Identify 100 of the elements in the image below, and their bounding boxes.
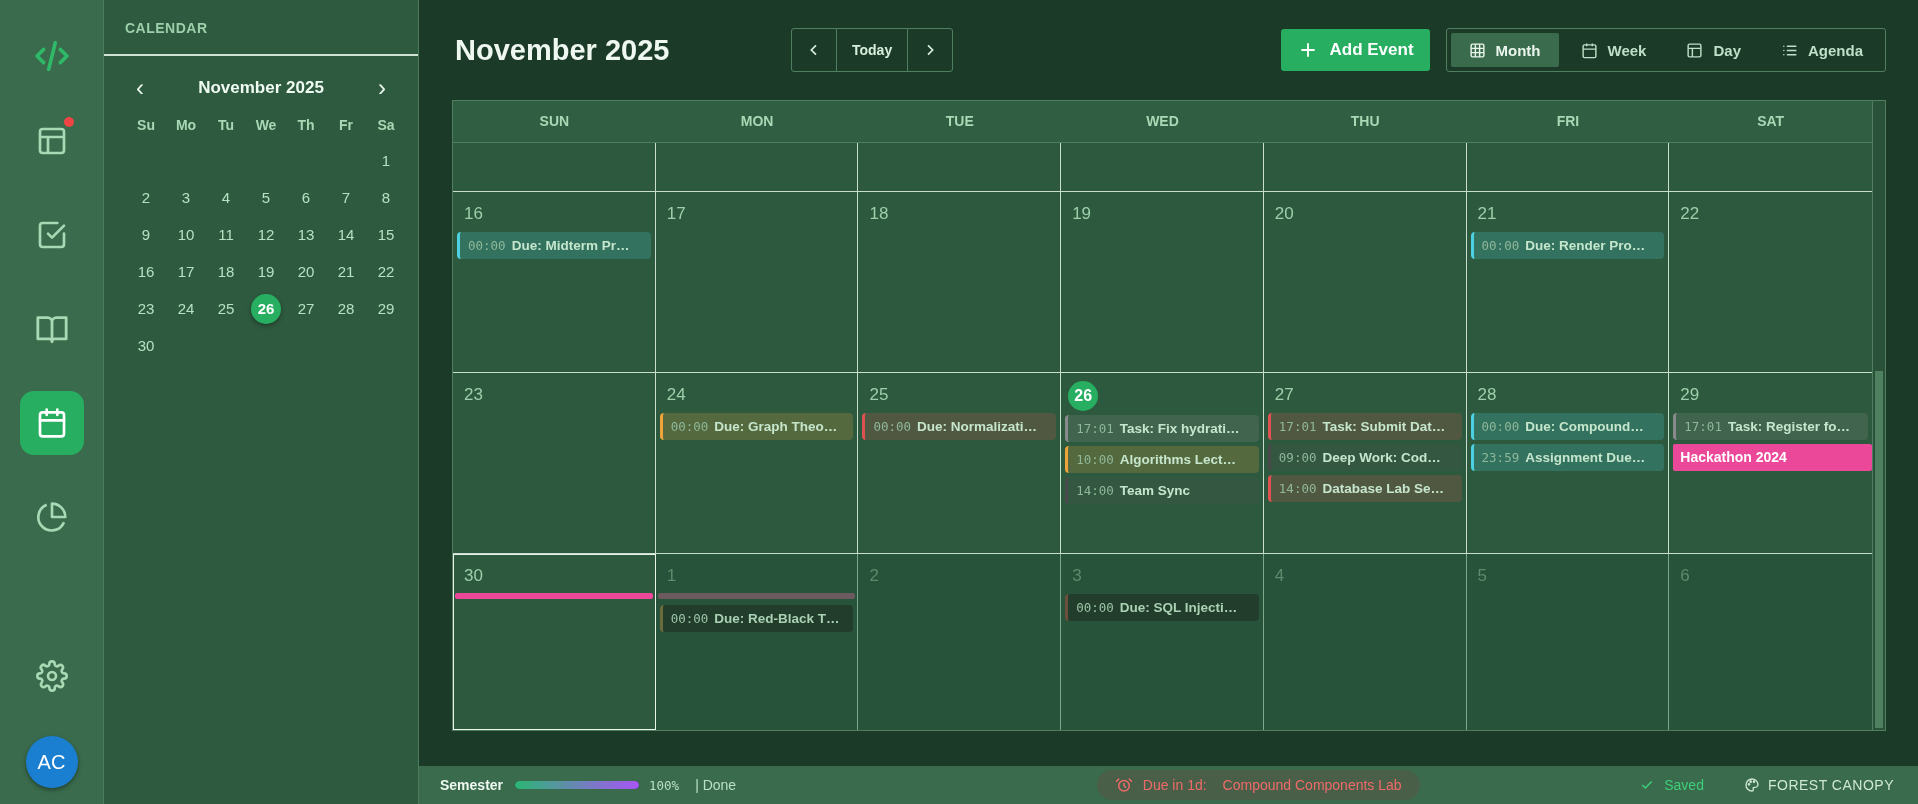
- day-cell[interactable]: 25 00:00 Due: Normalizati…: [858, 373, 1062, 553]
- day-cell[interactable]: 16 00:00 Due: Midterm Pr…: [453, 192, 656, 372]
- day-cell[interactable]: 21 00:00 Due: Render Pro…: [1466, 192, 1670, 372]
- event-chip[interactable]: 00:00 Due: Midterm Pr…: [457, 232, 651, 259]
- event-chip[interactable]: 14:00 Database Lab Se…: [1267, 475, 1462, 502]
- day-cell[interactable]: 18: [858, 192, 1062, 372]
- day-number: 29: [1680, 384, 1700, 406]
- day-cell[interactable]: 19: [1061, 192, 1264, 372]
- calendar-icon: [1580, 41, 1598, 59]
- date-cell[interactable]: 17: [171, 256, 201, 287]
- alarm-clock-icon: [1114, 776, 1133, 794]
- day-cell[interactable]: 30: [453, 554, 656, 730]
- event-chip[interactable]: 00:00 Due: Compound…: [1470, 413, 1665, 440]
- date-cell[interactable]: 22: [371, 256, 401, 287]
- day-cell[interactable]: 20: [1263, 192, 1467, 372]
- date-cell[interactable]: 8: [371, 182, 401, 213]
- date-cell[interactable]: 14: [331, 219, 361, 250]
- weekday-label: Fr: [338, 116, 354, 135]
- date-cell[interactable]: 4: [211, 182, 241, 213]
- add-event-button[interactable]: Add Event: [1281, 29, 1430, 71]
- event-chip[interactable]: 00:00 Due: SQL Injecti…: [1065, 594, 1259, 621]
- weekday-header: FRI: [1555, 112, 1581, 131]
- day-cell[interactable]: 23: [453, 373, 656, 553]
- view-tab[interactable]: Month: [1450, 33, 1559, 67]
- event-chip[interactable]: 17:01 Task: Submit Dat…: [1267, 413, 1462, 440]
- day-cell[interactable]: 27 17:01 Task: Submit Dat… 09:00 Deep Work: Cod… 14:00 Database Lab Se…: [1263, 373, 1467, 553]
- grid-icon: [1468, 41, 1486, 59]
- event-chip[interactable]: Hackathon 2024: [1673, 444, 1872, 471]
- day-cell[interactable]: 26 17:01 Task: Fix hydrati… 10:00 Algorithms Lect… 14:00 Team Sync: [1061, 373, 1264, 553]
- date-cell[interactable]: 25: [211, 293, 241, 324]
- date-cell[interactable]: 29: [371, 293, 401, 324]
- date-cell[interactable]: 27: [291, 293, 321, 324]
- plus-icon: [1299, 41, 1318, 59]
- date-cell[interactable]: 2: [131, 182, 161, 213]
- date-cell[interactable]: 18: [211, 256, 241, 287]
- weekday-label: We: [254, 116, 278, 135]
- date-cell[interactable]: 16: [131, 256, 161, 287]
- day-number: 27: [1274, 384, 1294, 406]
- day-number: 18: [869, 203, 889, 225]
- panel-title: CALENDAR: [104, 0, 418, 56]
- page-title: November 2025: [455, 33, 671, 67]
- view-tab[interactable]: Day: [1668, 33, 1759, 67]
- event-chip[interactable]: 00:00 Due: Red-Black T…: [659, 605, 854, 632]
- semester-label: Semester: [440, 777, 504, 793]
- pie-chart-icon: [35, 501, 68, 533]
- event-chip[interactable]: 00:00 Due: Render Pro…: [1470, 232, 1665, 259]
- event-chip[interactable]: 14:00 Team Sync: [1065, 477, 1259, 504]
- date-cell[interactable]: 7: [331, 182, 361, 213]
- day-number: 21: [1477, 203, 1497, 225]
- day-cell[interactable]: 22: [1669, 192, 1872, 372]
- date-cell[interactable]: 26: [251, 293, 281, 324]
- date-cell[interactable]: 11: [211, 219, 241, 250]
- day-number: 28: [1477, 384, 1497, 406]
- day-number: 16: [464, 203, 483, 225]
- date-cell[interactable]: 24: [171, 293, 201, 324]
- event-chip[interactable]: 00:00 Due: Normalizati…: [862, 413, 1057, 440]
- event-chip[interactable]: 00:00 Due: Graph Theo…: [659, 413, 854, 440]
- check-icon: [1640, 778, 1655, 792]
- day-cell[interactable]: 3 00:00 Due: SQL Injecti…: [1061, 554, 1264, 730]
- day-cell[interactable]: 28 00:00 Due: Compound… 23:59 Assignment Due…: [1466, 373, 1670, 553]
- date-cell[interactable]: 23: [131, 293, 161, 324]
- date-cell[interactable]: 30: [131, 330, 161, 361]
- view-tab[interactable]: Agenda: [1763, 33, 1881, 67]
- day-number: 25: [869, 384, 889, 406]
- date-cell[interactable]: 13: [291, 219, 321, 250]
- day-cell[interactable]: 1 00:00 Due: Red-Black T…: [655, 554, 859, 730]
- user-avatar[interactable]: AC: [25, 736, 78, 788]
- event-chip[interactable]: 23:59 Assignment Due…: [1470, 444, 1665, 471]
- date-cell[interactable]: 19: [251, 256, 281, 287]
- day-cell[interactable]: 17: [655, 192, 859, 372]
- date-cell[interactable]: 12: [251, 219, 281, 250]
- nav-item[interactable]: [19, 391, 84, 455]
- event-chip[interactable]: 17:01 Task: Fix hydrati…: [1065, 415, 1259, 442]
- event-chip[interactable]: 09:00 Deep Work: Cod…: [1267, 444, 1462, 471]
- weekday-header: WED: [1145, 112, 1180, 131]
- date-cell[interactable]: 9: [131, 219, 161, 250]
- theme-switcher[interactable]: FOREST CANOPY: [1743, 777, 1894, 793]
- date-cell[interactable]: 15: [371, 219, 401, 250]
- date-cell[interactable]: 21: [331, 256, 361, 287]
- day-number: 19: [1072, 203, 1092, 225]
- view-tab[interactable]: Week: [1562, 33, 1665, 67]
- date-cell[interactable]: 28: [331, 293, 361, 324]
- day-cell[interactable]: 29 17:01 Task: Register fo… Hackathon 2024: [1669, 373, 1872, 553]
- date-cell[interactable]: 1: [371, 145, 401, 176]
- date-cell[interactable]: 10: [171, 219, 201, 250]
- event-chip[interactable]: 10:00 Algorithms Lect…: [1065, 446, 1259, 473]
- event-chip[interactable]: 17:01 Task: Register fo…: [1673, 413, 1868, 440]
- weekday-header: TUE: [944, 112, 975, 131]
- day-number: 5: [1477, 565, 1488, 587]
- settings-icon[interactable]: [35, 660, 68, 692]
- date-cell[interactable]: 6: [291, 182, 321, 213]
- date-cell[interactable]: 5: [251, 182, 281, 213]
- day-cell[interactable]: 24 00:00 Due: Graph Theo…: [655, 373, 859, 553]
- progress-percent: 100%: [649, 777, 680, 793]
- previous-month-button[interactable]: ‹: [130, 78, 150, 98]
- layout-icon: [1686, 41, 1704, 59]
- date-cell[interactable]: 3: [171, 182, 201, 213]
- date-cell[interactable]: 20: [291, 256, 321, 287]
- scrollbar[interactable]: [1872, 101, 1885, 730]
- next-month-button[interactable]: ›: [372, 78, 392, 98]
